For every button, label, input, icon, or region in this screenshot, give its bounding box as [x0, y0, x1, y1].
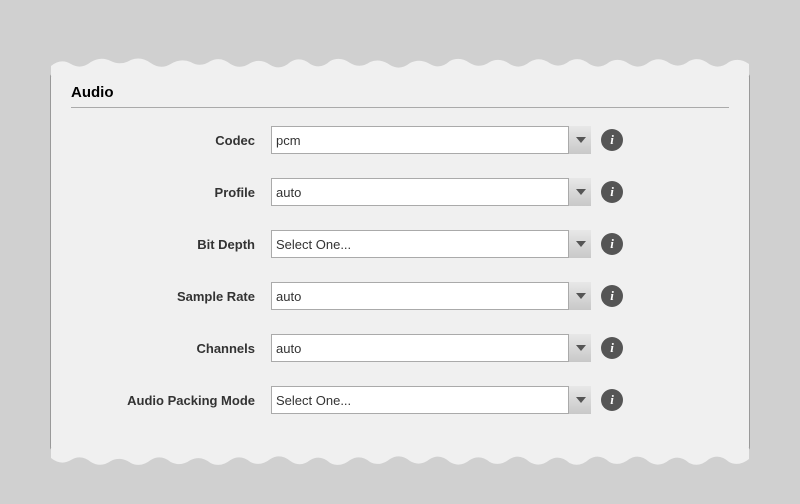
info-icon-sample-rate[interactable]: i [601, 285, 623, 307]
select-profile[interactable]: auto [271, 178, 591, 206]
select-audio-packing-mode[interactable]: Select One... [271, 386, 591, 414]
select-channels[interactable]: auto [271, 334, 591, 362]
info-icon-codec[interactable]: i [601, 129, 623, 151]
select-wrapper-bit-depth: Select One... [271, 230, 591, 258]
torn-bottom-edge [51, 448, 749, 468]
label-codec: Codec [71, 133, 271, 148]
select-bit-depth[interactable]: Select One... [271, 230, 591, 258]
control-wrap-profile: autoi [271, 178, 729, 206]
label-sample-rate: Sample Rate [71, 289, 271, 304]
control-wrap-audio-packing-mode: Select One... i [271, 386, 729, 414]
control-wrap-codec: pcmi [271, 126, 729, 154]
select-wrapper-audio-packing-mode: Select One... [271, 386, 591, 414]
select-wrapper-channels: auto [271, 334, 591, 362]
select-wrapper-codec: pcm [271, 126, 591, 154]
audio-panel: Audio CodecpcmiProfileautoiBit DepthSele… [50, 73, 750, 451]
select-codec[interactable]: pcm [271, 126, 591, 154]
select-sample-rate[interactable]: auto [271, 282, 591, 310]
label-audio-packing-mode: Audio Packing Mode [71, 393, 271, 408]
info-icon-audio-packing-mode[interactable]: i [601, 389, 623, 411]
info-icon-channels[interactable]: i [601, 337, 623, 359]
label-bit-depth: Bit Depth [71, 237, 271, 252]
select-wrapper-profile: auto [271, 178, 591, 206]
form-rows-container: CodecpcmiProfileautoiBit DepthSelect One… [71, 118, 729, 422]
label-profile: Profile [71, 185, 271, 200]
panel-title: Audio [71, 84, 729, 108]
form-row-codec: Codecpcmi [71, 118, 729, 162]
label-channels: Channels [71, 341, 271, 356]
form-row-channels: Channelsautoi [71, 326, 729, 370]
form-row-audio-packing-mode: Audio Packing ModeSelect One... i [71, 378, 729, 422]
form-row-sample-rate: Sample Rateautoi [71, 274, 729, 318]
form-row-profile: Profileautoi [71, 170, 729, 214]
control-wrap-channels: autoi [271, 334, 729, 362]
control-wrap-bit-depth: Select One... i [271, 230, 729, 258]
form-row-bit-depth: Bit DepthSelect One... i [71, 222, 729, 266]
info-icon-bit-depth[interactable]: i [601, 233, 623, 255]
select-wrapper-sample-rate: auto [271, 282, 591, 310]
control-wrap-sample-rate: autoi [271, 282, 729, 310]
info-icon-profile[interactable]: i [601, 181, 623, 203]
torn-top-edge [51, 56, 749, 76]
